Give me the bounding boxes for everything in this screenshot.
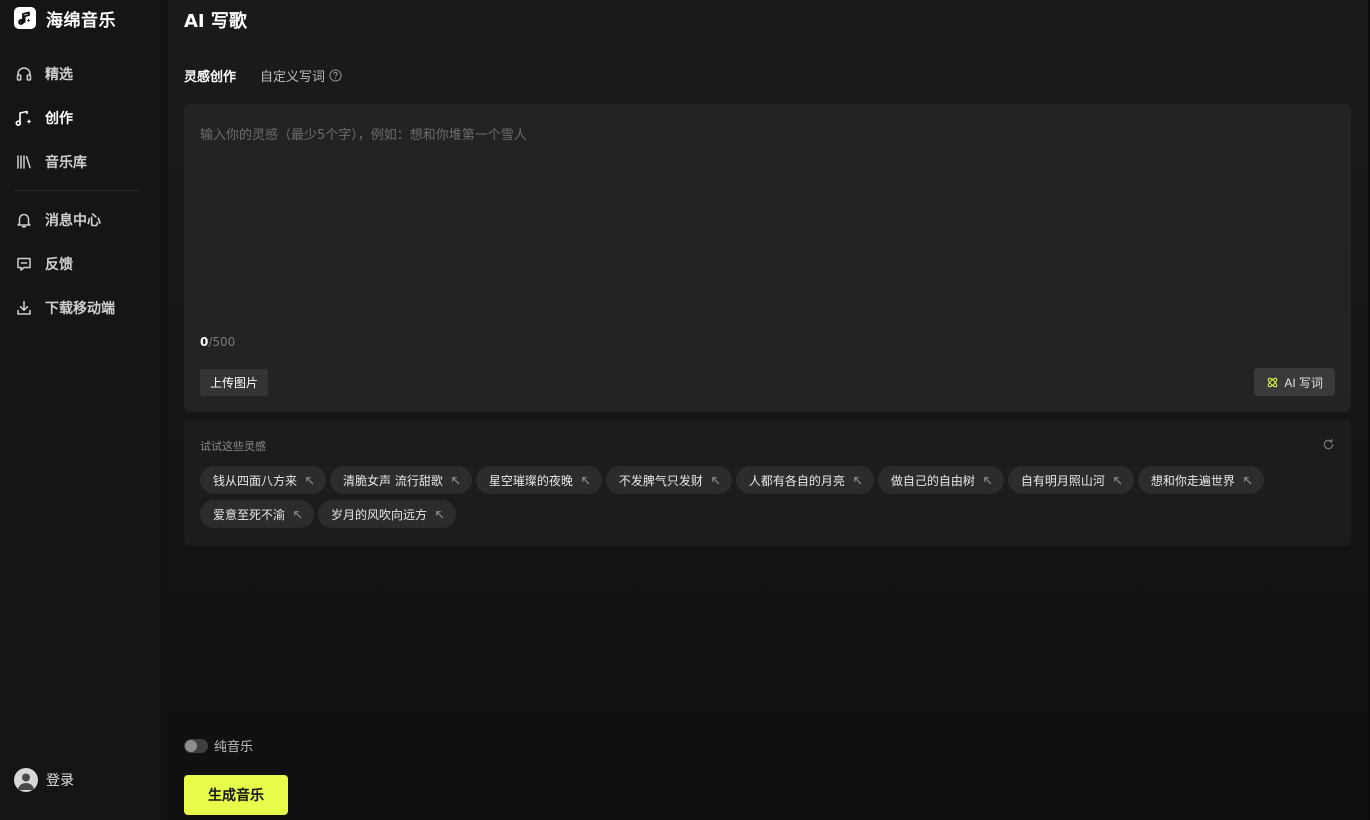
tab-custom-lyrics[interactable]: 自定义写词 [260,66,342,85]
suggestion-chip[interactable]: 钱从四面八方来 [200,466,327,494]
ai-lyrics-label: AI 写词 [1284,375,1323,390]
music-note-sparkle-icon [14,108,34,128]
user-icon [18,773,34,790]
arrow-up-left-icon [436,510,444,518]
avatar [14,768,38,792]
logo-icon [14,7,36,29]
inspiration-input[interactable] [200,124,1330,324]
arrow-up-left-icon [712,476,720,484]
toggle-switch[interactable] [184,738,208,753]
login-label: 登录 [46,773,74,789]
sidebar-item-label: 音乐库 [45,155,87,171]
suggestion-chip[interactable]: 不发脾气只发财 [605,466,732,494]
tab-label: 自定义写词 [260,70,326,85]
suggestion-chip[interactable]: 爱意至死不渝 [200,500,315,528]
sidebar: 海绵音乐 精选 创作 音乐库 消息中心 反馈 下载移动端 登录 [0,0,160,820]
suggestion-chip[interactable]: 做自己的自由树 [877,466,1004,494]
tab-inspiration[interactable]: 灵感创作 [184,66,236,85]
arrow-up-left-icon [854,476,862,484]
suggestion-chip[interactable]: 自有明月照山河 [1007,466,1134,494]
bell-icon [14,210,34,230]
suggestion-chip[interactable]: 岁月的风吹向远方 [318,500,457,528]
sidebar-item-create[interactable]: 创作 [14,107,73,129]
chip-label: 爱意至死不渝 [213,507,286,522]
suggestion-chip[interactable]: 想和你走遍世界 [1137,466,1264,494]
sidebar-item-label: 精选 [45,67,73,83]
sidebar-divider [14,190,140,191]
arrow-up-left-icon [306,476,314,484]
sidebar-item-feedback[interactable]: 反馈 [14,253,73,275]
chip-label: 人都有各自的月亮 [748,473,845,488]
sidebar-item-featured[interactable]: 精选 [14,63,73,85]
sidebar-item-download-mobile[interactable]: 下载移动端 [14,297,115,319]
page-title: AI 写歌 [184,11,247,32]
arrow-up-left-icon [452,476,459,484]
sidebar-item-label: 消息中心 [45,213,101,229]
char-counter: 0/500 [200,335,235,349]
generate-music-button[interactable]: 生成音乐 [184,775,288,815]
chip-label: 做自己的自由树 [890,473,975,488]
suggestion-chip[interactable]: 人都有各自的月亮 [735,466,874,494]
upload-image-label: 上传图片 [210,376,259,390]
tab-label: 灵感创作 [184,70,237,85]
login-button[interactable]: 登录 [14,768,74,792]
app-name: 海绵音乐 [46,10,116,31]
arrow-up-left-icon [984,476,992,484]
chip-label: 想和你走遍世界 [1150,473,1235,488]
atom-icon [1268,377,1278,387]
feedback-icon [14,254,34,274]
char-count-max: /500 [208,335,236,349]
sidebar-item-label: 下载移动端 [45,301,115,317]
help-icon[interactable] [329,69,342,82]
sidebar-item-label: 反馈 [45,257,73,273]
ai-lyrics-button[interactable]: AI 写词 [1254,368,1335,396]
arrow-up-left-icon [582,476,590,484]
library-icon [14,152,34,172]
headphones-icon [14,64,34,84]
upload-image-button[interactable]: 上传图片 [200,369,269,396]
pure-music-toggle[interactable]: 纯音乐 [184,736,253,755]
chip-label: 星空璀璨的夜晚 [488,473,573,488]
download-icon [14,298,34,318]
refresh-icon[interactable] [1322,438,1335,451]
sidebar-item-library[interactable]: 音乐库 [14,151,87,173]
sidebar-item-label: 创作 [45,111,73,127]
generate-music-label: 生成音乐 [208,787,264,803]
inspiration-editor: 0/500 上传图片 AI 写词 [184,104,1351,412]
chip-label: 不发脾气只发财 [618,473,703,488]
chip-label: 自有明月照山河 [1020,473,1105,488]
mode-tabs: 灵感创作 自定义写词 [184,66,366,85]
arrow-up-left-icon [1114,476,1122,484]
inspiration-suggestions: 试试这些灵感 钱从四面八方来 清脆女声 流行甜歌 星空璀璨的夜晚 不发脾气只发财… [184,420,1351,546]
pure-music-label: 纯音乐 [214,740,254,755]
chip-label: 岁月的风吹向远方 [331,507,428,522]
suggestions-title: 试试这些灵感 [200,440,266,453]
chip-label: 钱从四面八方来 [213,473,298,488]
suggestion-chips: 钱从四面八方来 清脆女声 流行甜歌 星空璀璨的夜晚 不发脾气只发财 人都有各自的… [200,466,1300,528]
chip-label: 清脆女声 流行甜歌 [343,473,443,488]
arrow-up-left-icon [1244,476,1252,484]
arrow-up-left-icon [294,510,302,518]
suggestion-chip[interactable]: 清脆女声 流行甜歌 [330,466,472,494]
sidebar-item-messages[interactable]: 消息中心 [14,209,101,231]
main-content: AI 写歌 灵感创作 自定义写词 0/500 上传图片 AI 写词 试试这些灵感… [168,0,1368,820]
toggle-knob [185,739,197,752]
app-logo[interactable]: 海绵音乐 [14,7,116,31]
suggestion-chip[interactable]: 星空璀璨的夜晚 [475,466,602,494]
